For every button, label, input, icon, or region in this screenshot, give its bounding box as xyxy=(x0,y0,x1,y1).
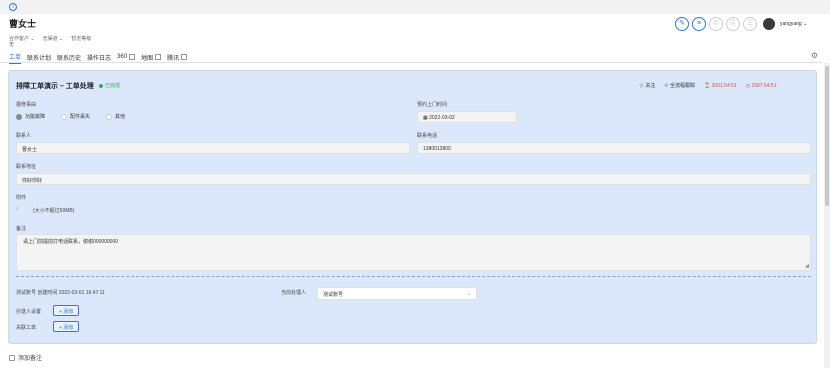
note-icon xyxy=(9,354,15,361)
attachment-hint: (大小不超过50MB) xyxy=(33,208,75,214)
contact-field[interactable]: 曹女士 xyxy=(16,142,410,154)
hourglass-icon: ⌛ xyxy=(704,82,711,89)
timer-total: ⌛ 3001:54:51 xyxy=(704,82,737,89)
related-ticket-add-button[interactable]: + 添加 xyxy=(53,321,80,332)
paperclip-icon[interactable]: ⌇ xyxy=(16,206,18,212)
tracking-button[interactable]: ⟳ 全流程跟踪 xyxy=(664,82,695,89)
visit-time-label: 预约上门时间 xyxy=(417,102,448,108)
status-badge: 已完成 xyxy=(99,82,120,89)
current-handler-label: 当前处理人 xyxy=(281,290,307,296)
external-link-icon xyxy=(129,54,136,60)
radio-fault[interactable]: 功能故障 xyxy=(16,113,45,120)
gear-icon[interactable]: ⚙ xyxy=(811,51,818,60)
avatar[interactable] xyxy=(763,18,775,30)
remark-label: 备注 xyxy=(16,226,27,232)
card-actions: ☆ 关注 ⟳ 全流程跟踪 ⌛ 3001:54:51 ◷ 2997:54:51 xyxy=(639,82,777,90)
external-link-icon xyxy=(155,54,162,60)
info-icon[interactable]: i xyxy=(9,3,17,11)
menu-icon[interactable]: ☰ xyxy=(743,17,757,31)
ticket-title: 排障工单演示 – 工单处理 xyxy=(16,83,94,90)
address-label: 联系地址 xyxy=(16,164,37,170)
scrollbar-thumb[interactable] xyxy=(825,66,829,206)
header-actions: ✎ ≡ ✆ ⎘ ☰ yangyang ⌄ xyxy=(675,17,807,31)
clock-icon: ◷ xyxy=(745,82,751,89)
refresh-icon: ⟳ xyxy=(664,83,669,89)
level-text: 暂无等级 xyxy=(71,36,92,42)
add-note-button[interactable]: 添加备注 xyxy=(9,353,42,362)
timer-remaining: ◷ 2997:54:51 xyxy=(745,82,777,89)
related-ticket-label: 关联工单 xyxy=(16,325,37,331)
top-bar xyxy=(0,0,830,14)
star-icon: ☆ xyxy=(639,83,645,89)
status-dot-icon xyxy=(99,83,103,88)
edit-icon[interactable]: ✎ xyxy=(675,17,689,31)
current-handler-select[interactable]: 测试账号 ⌄ xyxy=(317,287,477,300)
page: i 曹女士 合作客户 ⌄ 无渠道 ⌄ 暂无等级 无 ✎ ≡ ✆ ⎘ ☰ yang… xyxy=(0,0,830,368)
contact-label: 联系人 xyxy=(16,133,32,139)
dashed-divider xyxy=(16,276,811,277)
customer-name: 曹女士 xyxy=(9,19,37,29)
phone-icon[interactable]: ✆ xyxy=(709,17,723,31)
user-menu[interactable]: yangyang ⌄ xyxy=(780,21,807,27)
radio-dot-icon xyxy=(61,113,68,120)
list-icon[interactable]: ≡ xyxy=(692,17,706,31)
ticket-card: 排障工单演示 – 工单处理 已完成 ☆ 关注 ⟳ 全流程跟踪 ⌛ 3001:54… xyxy=(8,70,817,344)
address-field[interactable]: 你好你好 xyxy=(16,173,811,185)
copy-icon[interactable]: ⎘ xyxy=(726,17,740,31)
customer-meta: 合作客户 ⌄ 无渠道 ⌄ 暂无等级 xyxy=(9,35,91,42)
repair-reason-radios: 功能故障 配件丢失 其他 xyxy=(16,113,125,120)
external-link-icon xyxy=(181,54,188,60)
meta-value: 无 xyxy=(9,42,15,48)
radio-missing-part[interactable]: 配件丢失 xyxy=(61,113,90,120)
visit-time-field[interactable]: ▦ 2022-03-02 xyxy=(417,111,517,123)
created-info: 测试账号 创建时间 2022-03-01 16:47:11 xyxy=(16,290,105,296)
radio-other[interactable]: 其他 xyxy=(106,113,125,120)
radio-dot-icon xyxy=(16,113,22,120)
repair-reason-label: 报修事由 xyxy=(16,102,37,108)
remark-textarea[interactable]: 请上门前提前打电话联系，谢谢000000000 ◢ xyxy=(16,234,811,271)
tab-divider xyxy=(0,62,822,63)
chevron-down-icon: ⌄ xyxy=(466,291,471,297)
cc-label: 抄送人设置 xyxy=(16,309,42,315)
phone-label: 联系电话 xyxy=(417,133,438,139)
attachment-label: 附件 xyxy=(16,195,27,201)
phone-field[interactable]: 1380013800 xyxy=(417,142,811,154)
resize-handle-icon[interactable]: ◢ xyxy=(805,263,809,269)
radio-dot-icon xyxy=(106,113,113,120)
calendar-icon: ▦ xyxy=(423,115,428,121)
follow-button[interactable]: ☆ 关注 xyxy=(639,82,655,89)
channel-dropdown[interactable]: 无渠道 ⌄ xyxy=(43,35,64,42)
cc-add-button[interactable]: + 添加 xyxy=(53,305,80,316)
